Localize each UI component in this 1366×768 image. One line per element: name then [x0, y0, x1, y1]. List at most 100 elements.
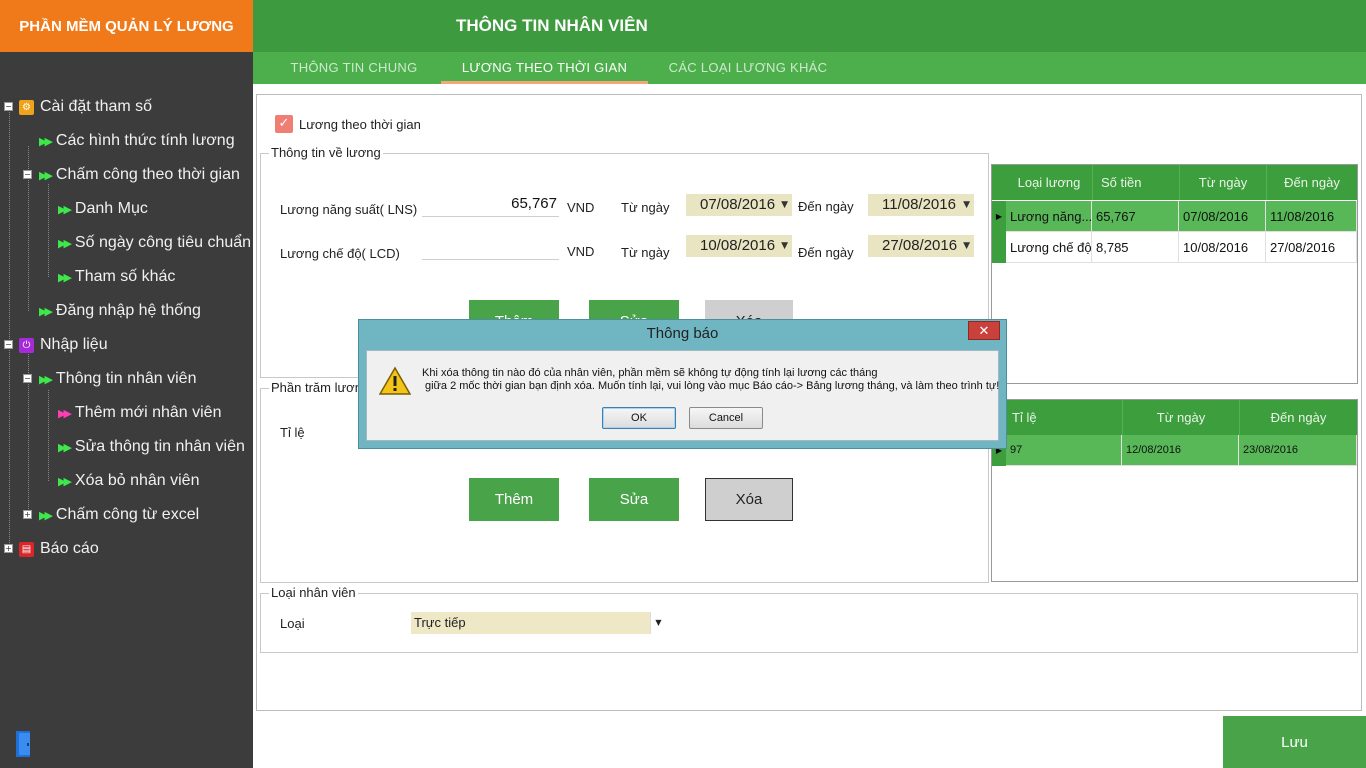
- chevron-down-icon[interactable]: ▼: [650, 612, 666, 634]
- sidebar-item-cham-cong-tu-excel[interactable]: ▶▶ Chấm công từ excel: [39, 500, 199, 530]
- lcd-to-date-picker[interactable]: 27/08/2016 ▼: [868, 235, 974, 257]
- save-button[interactable]: Lưu: [1223, 716, 1366, 768]
- sidebar-item-label: Chấm công theo thời gian: [55, 166, 240, 183]
- table-cell: 11/08/2016: [1266, 201, 1357, 232]
- sidebar-item-label: Sửa thông tin nhân viên: [74, 438, 245, 455]
- lns-to-date-value: 11/08/2016: [882, 196, 956, 213]
- confirm-dialog: Thông báo ✕ Khi xóa thông tin nào đó của…: [358, 319, 1007, 449]
- table-cell: 07/08/2016: [1179, 201, 1266, 232]
- sidebar-item-nhap-lieu[interactable]: ⏻ Nhập liệu: [19, 330, 108, 360]
- column-header[interactable]: Từ ngày: [1179, 165, 1266, 200]
- sidebar-item-cai-dat-tham-so[interactable]: ⚙ Cài đặt tham số: [19, 92, 152, 122]
- ok-button[interactable]: OK: [602, 407, 676, 429]
- lcd-label: Lương chế độ( LCD): [280, 246, 400, 261]
- table-row[interactable]: ▶ 97 12/08/2016 23/08/2016: [992, 435, 1357, 466]
- sidebar-item-dang-nhap-he-thong[interactable]: ▶▶ Đăng nhập hệ thống: [39, 296, 201, 326]
- sidebar-item-label: Nhập liệu: [40, 336, 108, 353]
- column-header[interactable]: Đến ngày: [1266, 165, 1357, 200]
- delete-ratio-button[interactable]: Xóa: [705, 478, 793, 521]
- sidebar-item-label: Xóa bỏ nhân viên: [74, 472, 200, 489]
- sidebar-item-so-ngay-cong-tieu-chuan[interactable]: ▶▶ Số ngày công tiêu chuẩn: [58, 228, 251, 258]
- row-indicator: [992, 232, 1006, 263]
- lcd-input[interactable]: [422, 238, 559, 260]
- sidebar-item-label: Đăng nhập hệ thống: [55, 302, 201, 319]
- row-pointer-icon: ▶: [992, 201, 1006, 232]
- close-icon[interactable]: ✕: [968, 321, 1000, 340]
- table-row[interactable]: ▶ Lương năng... 65,767 07/08/2016 11/08/…: [992, 201, 1357, 232]
- exit-door-icon[interactable]: [14, 729, 34, 759]
- edit-ratio-button[interactable]: Sửa: [589, 478, 679, 521]
- warning-icon: [379, 366, 411, 395]
- column-header[interactable]: Loại lương: [1006, 165, 1092, 200]
- row-indicator-header: [992, 165, 1006, 200]
- sidebar-item-label: Chấm công từ excel: [55, 506, 200, 523]
- currency-label: VND: [567, 244, 595, 259]
- chevron-down-icon: ▼: [781, 241, 788, 251]
- sidebar: PHẦN MỀM QUẢN LÝ LƯƠNG − ⚙ Cài đặt tham …: [0, 0, 253, 768]
- table-cell: 65,767: [1092, 201, 1179, 232]
- sidebar-item-cac-hinh-thuc-tinh-luong[interactable]: ▶▶ Các hình thức tính lương: [39, 126, 235, 156]
- tab-thong-tin-chung[interactable]: THÔNG TIN CHUNG: [283, 52, 425, 84]
- sidebar-item-label: Thông tin nhân viên: [55, 370, 197, 387]
- sidebar-item-danh-muc[interactable]: ▶▶ Danh Mục: [58, 194, 148, 224]
- sidebar-item-sua-thong-tin-nhan-vien[interactable]: ▶▶ Sửa thông tin nhân viên: [58, 432, 245, 462]
- dialog-body: Khi xóa thông tin nào đó của nhân viên, …: [366, 350, 999, 441]
- column-header[interactable]: Tỉ lệ: [1006, 400, 1122, 435]
- lcd-from-date-value: 10/08/2016: [700, 237, 776, 254]
- lcd-from-date-picker[interactable]: 10/08/2016 ▼: [686, 235, 792, 257]
- tree-connector: [9, 112, 10, 549]
- collapse-toggle[interactable]: −: [23, 170, 32, 179]
- salary-info-legend: Thông tin về lương: [269, 145, 383, 160]
- sidebar-item-label: Các hình thức tính lương: [55, 132, 235, 149]
- lns-from-date-picker[interactable]: 07/08/2016 ▼: [686, 194, 792, 216]
- ratio-label: Tỉ lệ: [280, 425, 305, 440]
- column-header[interactable]: Số tiền: [1092, 165, 1179, 200]
- double-arrow-icon: ▶▶: [58, 236, 72, 250]
- time-salary-checkbox[interactable]: ✓: [275, 115, 293, 133]
- chevron-down-icon: ▼: [963, 241, 970, 251]
- sidebar-item-them-moi-nhan-vien[interactable]: ▶▶ Thêm mới nhân viên: [58, 398, 221, 428]
- tab-cac-loai-luong-khac[interactable]: CÁC LOẠI LƯƠNG KHÁC: [665, 52, 831, 84]
- table-cell: 27/08/2016: [1266, 232, 1357, 263]
- app-title: PHẦN MỀM QUẢN LÝ LƯƠNG: [0, 0, 253, 52]
- sidebar-item-cham-cong-theo-thoi-gian[interactable]: ▶▶ Chấm công theo thời gian: [39, 160, 240, 190]
- column-header[interactable]: Đến ngày: [1239, 400, 1357, 435]
- sidebar-item-label: Báo cáo: [40, 540, 99, 557]
- table-cell: 23/08/2016: [1239, 435, 1357, 466]
- currency-label: VND: [567, 200, 595, 215]
- tree-connector: [48, 390, 49, 481]
- lns-to-date-picker[interactable]: 11/08/2016 ▼: [868, 194, 974, 216]
- double-arrow-icon: ▶▶: [58, 406, 72, 420]
- cancel-button[interactable]: Cancel: [689, 407, 763, 429]
- to-date-label: Đến ngày: [798, 245, 854, 260]
- dialog-message-line1: Khi xóa thông tin nào đó của nhân viên, …: [422, 367, 878, 379]
- sidebar-item-tham-so-khac[interactable]: ▶▶ Tham số khác: [58, 262, 175, 292]
- sidebar-item-xoa-bo-nhan-vien[interactable]: ▶▶ Xóa bỏ nhân viên: [58, 466, 199, 496]
- percent-legend: Phần trăm lương: [269, 380, 372, 395]
- double-arrow-icon: ▶▶: [58, 440, 72, 454]
- sidebar-item-label: Số ngày công tiêu chuẩn: [74, 234, 252, 251]
- double-arrow-icon: ▶▶: [58, 270, 72, 284]
- collapse-toggle[interactable]: −: [4, 102, 13, 111]
- employee-type-select[interactable]: Trực tiếp ▼: [411, 612, 666, 634]
- gear-icon: ⚙: [19, 99, 34, 115]
- expand-toggle[interactable]: +: [23, 510, 32, 519]
- column-header[interactable]: Từ ngày: [1122, 400, 1239, 435]
- expand-toggle[interactable]: +: [4, 544, 13, 553]
- lns-input[interactable]: 65,767: [422, 195, 559, 217]
- from-date-label: Từ ngày: [621, 245, 670, 260]
- add-ratio-button[interactable]: Thêm: [469, 478, 559, 521]
- table-cell: 97: [1006, 435, 1122, 466]
- sidebar-item-label: Cài đặt tham số: [40, 98, 153, 115]
- sidebar-item-label: Tham số khác: [74, 268, 176, 285]
- sidebar-item-thong-tin-nhan-vien[interactable]: ▶▶ Thông tin nhân viên: [39, 364, 196, 394]
- sidebar-item-bao-cao[interactable]: ▤ Báo cáo: [19, 534, 99, 564]
- power-icon: ⏻: [19, 337, 34, 353]
- collapse-toggle[interactable]: −: [23, 374, 32, 383]
- report-icon: ▤: [19, 541, 34, 557]
- double-arrow-icon: ▶▶: [39, 304, 53, 318]
- collapse-toggle[interactable]: −: [4, 340, 13, 349]
- tab-luong-theo-thoi-gian[interactable]: LƯƠNG THEO THỜI GIAN: [441, 52, 648, 84]
- table-row[interactable]: Lương chế độ 8,785 10/08/2016 27/08/2016: [992, 232, 1357, 263]
- dialog-message-line2: giữa 2 mốc thời gian bạn định xóa. Muốn …: [425, 380, 1000, 392]
